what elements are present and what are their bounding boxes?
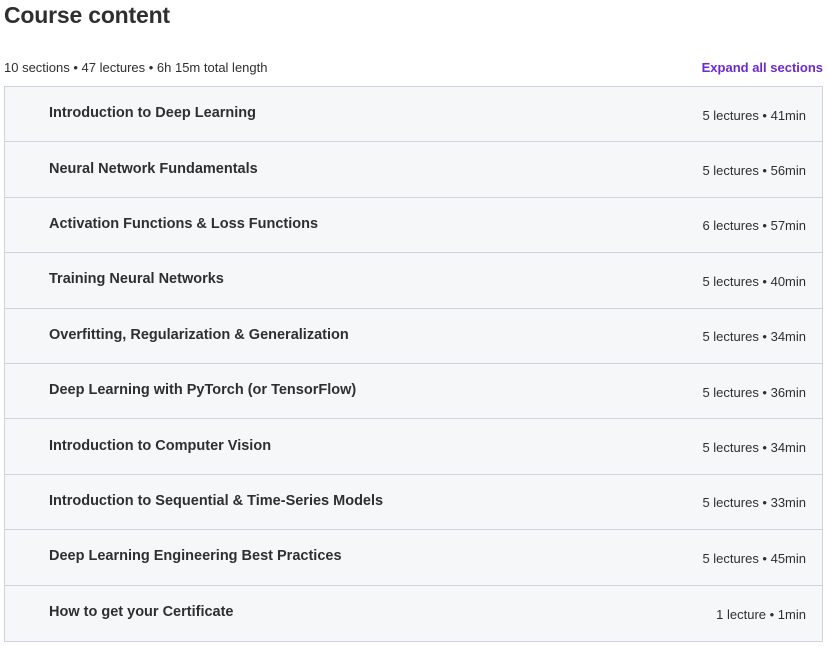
section-meta: 5 lectures • 36min (702, 384, 806, 400)
section-meta: 5 lectures • 41min (702, 107, 806, 123)
section-title: Introduction to Computer Vision (49, 437, 272, 454)
section-title: Deep Learning with PyTorch (or TensorFlo… (49, 382, 357, 399)
section-row[interactable]: Neural Network Fundamentals 5 lectures •… (5, 142, 822, 198)
section-row[interactable]: Introduction to Sequential & Time-Series… (5, 474, 822, 531)
course-summary-row: 10 sections • 47 lectures • 6h 15m total… (4, 57, 823, 77)
section-title: How to get your Certificate (49, 604, 234, 621)
section-row[interactable]: Deep Learning with PyTorch (or TensorFlo… (5, 363, 822, 420)
section-row[interactable]: Training Neural Networks 5 lectures • 40… (5, 253, 822, 309)
section-title: Training Neural Networks (49, 271, 224, 288)
section-title: Activation Functions & Loss Functions (49, 215, 319, 232)
section-row[interactable]: Overfitting, Regularization & Generaliza… (5, 308, 822, 364)
sections-list: Introduction to Deep Learning 5 lectures… (4, 86, 823, 642)
page-title: Course content (4, 2, 170, 28)
section-meta: 1 lecture • 1min (716, 606, 806, 622)
section-meta: 5 lectures • 34min (702, 440, 806, 456)
course-summary-text: 10 sections • 47 lectures • 6h 15m total… (4, 59, 268, 75)
section-title: Overfitting, Regularization & Generaliza… (49, 326, 349, 343)
section-title: Introduction to Sequential & Time-Series… (49, 492, 384, 509)
section-meta: 6 lectures • 57min (702, 218, 806, 234)
section-row[interactable]: Introduction to Computer Vision 5 lectur… (5, 419, 822, 475)
section-title: Neural Network Fundamentals (49, 160, 258, 177)
section-meta: 5 lectures • 40min (702, 273, 806, 289)
section-row[interactable]: Deep Learning Engineering Best Practices… (5, 530, 822, 586)
section-title: Deep Learning Engineering Best Practices (49, 548, 342, 565)
section-meta: 5 lectures • 33min (702, 495, 806, 511)
expand-all-sections-button[interactable]: Expand all sections (702, 60, 823, 75)
section-row[interactable]: How to get your Certificate 1 lecture • … (5, 585, 822, 641)
section-row[interactable]: Introduction to Deep Learning 5 lectures… (5, 87, 822, 143)
section-meta: 5 lectures • 45min (702, 550, 806, 566)
section-row[interactable]: Activation Functions & Loss Functions 6 … (5, 197, 822, 254)
section-meta: 5 lectures • 56min (702, 163, 806, 179)
section-meta: 5 lectures • 34min (702, 329, 806, 345)
section-title: Introduction to Deep Learning (49, 105, 257, 122)
